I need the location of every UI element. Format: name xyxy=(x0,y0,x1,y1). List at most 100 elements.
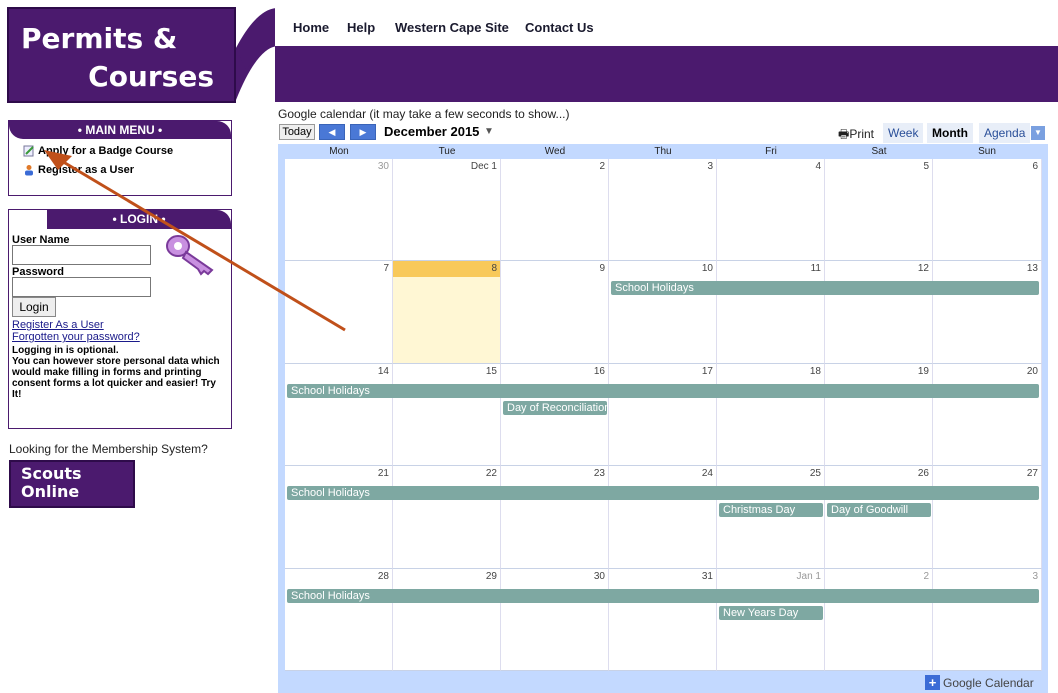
day-cell[interactable]: 31 xyxy=(609,568,717,671)
day-cell[interactable]: 25 xyxy=(717,466,825,569)
day-cell[interactable]: 23 xyxy=(501,466,609,569)
day-cell[interactable]: 3 xyxy=(933,568,1042,671)
google-calendar-badge[interactable]: + Google Calendar xyxy=(925,675,1034,690)
day-cell[interactable]: 7 xyxy=(285,261,393,364)
register-link[interactable]: Register As a User xyxy=(12,319,104,331)
day-cell[interactable]: 4 xyxy=(717,159,825,262)
day-number[interactable]: 23 xyxy=(594,468,605,479)
day-cell[interactable]: 11 xyxy=(717,261,825,364)
prev-month-button[interactable]: ◀ xyxy=(319,124,345,140)
day-number[interactable]: 9 xyxy=(599,263,605,274)
day-cell[interactable]: 21 xyxy=(285,466,393,569)
day-cell[interactable]: 28 xyxy=(285,568,393,671)
day-number[interactable]: 30 xyxy=(378,161,389,172)
day-cell[interactable]: 16 xyxy=(501,363,609,467)
day-cell[interactable]: 6 xyxy=(933,159,1042,262)
day-number[interactable]: 16 xyxy=(594,366,605,377)
calendar-event[interactable]: School Holidays xyxy=(611,281,1039,296)
calendar-event[interactable]: Day of Goodwill xyxy=(827,503,931,518)
tab-agenda[interactable]: Agenda xyxy=(979,123,1031,143)
print-link[interactable]: 🖶Print xyxy=(838,125,874,146)
day-cell[interactable]: Dec 1 xyxy=(393,159,501,262)
day-number[interactable]: 30 xyxy=(594,571,605,582)
nav-help[interactable]: Help xyxy=(347,20,375,35)
day-number[interactable]: 21 xyxy=(378,468,389,479)
calendar-event[interactable]: School Holidays xyxy=(287,588,1039,603)
day-number[interactable]: 24 xyxy=(702,468,713,479)
day-cell[interactable]: 29 xyxy=(393,568,501,671)
day-number[interactable]: 2 xyxy=(599,161,605,172)
day-number[interactable]: 25 xyxy=(810,468,821,479)
day-number[interactable]: 19 xyxy=(918,366,929,377)
calendar-event[interactable]: School Holidays xyxy=(287,383,1039,398)
day-number[interactable]: 3 xyxy=(1032,571,1038,582)
day-number[interactable]: 27 xyxy=(1027,468,1038,479)
day-cell[interactable]: 27 xyxy=(933,466,1042,569)
day-number[interactable]: 22 xyxy=(486,468,497,479)
calendar-event[interactable]: Day of Reconciliation xyxy=(503,400,607,415)
day-cell[interactable]: 12 xyxy=(825,261,933,364)
day-number[interactable]: 11 xyxy=(811,263,821,274)
day-number[interactable]: 17 xyxy=(702,366,713,377)
day-number[interactable]: 13 xyxy=(1027,263,1038,274)
next-month-button[interactable]: ▶ xyxy=(350,124,376,140)
day-cell[interactable]: 15 xyxy=(393,363,501,467)
calendar-event[interactable]: Christmas Day xyxy=(719,503,823,518)
forgot-password-link[interactable]: Forgotten your password? xyxy=(12,331,140,343)
day-number[interactable]: 20 xyxy=(1027,366,1038,377)
day-number[interactable]: 4 xyxy=(815,161,821,172)
site-logo[interactable]: Permits & Courses xyxy=(7,7,236,103)
day-number[interactable]: 14 xyxy=(378,366,389,377)
calendar-event[interactable]: School Holidays xyxy=(287,486,1039,501)
day-number[interactable]: 12 xyxy=(918,263,929,274)
day-number[interactable]: 26 xyxy=(918,468,929,479)
nav-contact-us[interactable]: Contact Us xyxy=(525,20,594,35)
day-number[interactable]: 6 xyxy=(1032,161,1038,172)
day-cell[interactable]: 30 xyxy=(285,159,393,262)
day-cell[interactable]: 22 xyxy=(393,466,501,569)
day-cell[interactable]: 20 xyxy=(933,363,1042,467)
view-dropdown-icon[interactable]: ▼ xyxy=(1031,126,1045,140)
login-button[interactable]: Login xyxy=(12,297,56,317)
day-number[interactable]: 29 xyxy=(486,571,497,582)
day-cell[interactable]: 10 xyxy=(609,261,717,364)
day-cell[interactable]: 3 xyxy=(609,159,717,262)
day-number[interactable]: 10 xyxy=(702,263,713,274)
day-number[interactable]: Jan 1 xyxy=(797,571,821,582)
month-label[interactable]: December 2015 xyxy=(384,124,479,139)
tab-week[interactable]: Week xyxy=(883,123,924,143)
day-cell[interactable]: 17 xyxy=(609,363,717,467)
calendar-event[interactable]: New Years Day xyxy=(719,605,823,620)
day-cell[interactable]: 24 xyxy=(609,466,717,569)
day-cell[interactable]: 26 xyxy=(825,466,933,569)
password-input[interactable] xyxy=(12,277,151,297)
scouts-online-link[interactable]: Scouts Online xyxy=(9,460,135,508)
day-cell[interactable]: 18 xyxy=(717,363,825,467)
day-cell[interactable]: 2 xyxy=(825,568,933,671)
day-number[interactable]: 28 xyxy=(378,571,389,582)
day-cell[interactable]: 5 xyxy=(825,159,933,262)
day-cell[interactable]: 8 xyxy=(393,261,501,364)
day-cell[interactable]: Jan 1 xyxy=(717,568,825,671)
day-cell[interactable]: 19 xyxy=(825,363,933,467)
nav-western-cape-site[interactable]: Western Cape Site xyxy=(395,20,509,35)
day-number[interactable]: Dec 1 xyxy=(471,161,497,172)
today-button[interactable]: Today xyxy=(279,124,315,140)
username-input[interactable] xyxy=(12,245,151,265)
day-number[interactable]: 8 xyxy=(491,263,497,274)
day-number[interactable]: 15 xyxy=(486,366,497,377)
day-cell[interactable]: 2 xyxy=(501,159,609,262)
day-number[interactable]: 5 xyxy=(923,161,929,172)
menu-item-apply-badge-course[interactable]: Apply for a Badge Course xyxy=(23,145,173,157)
tab-month[interactable]: Month xyxy=(927,123,973,143)
day-number[interactable]: 18 xyxy=(810,366,821,377)
day-cell[interactable]: 9 xyxy=(501,261,609,364)
nav-home[interactable]: Home xyxy=(293,20,329,35)
day-number[interactable]: 7 xyxy=(383,263,389,274)
day-cell[interactable]: 30 xyxy=(501,568,609,671)
caret-down-icon[interactable]: ▼ xyxy=(484,126,494,137)
day-cell[interactable]: 13 xyxy=(933,261,1042,364)
day-number[interactable]: 2 xyxy=(923,571,929,582)
day-number[interactable]: 31 xyxy=(702,571,713,582)
menu-item-register-user[interactable]: Register as a User xyxy=(23,164,134,176)
